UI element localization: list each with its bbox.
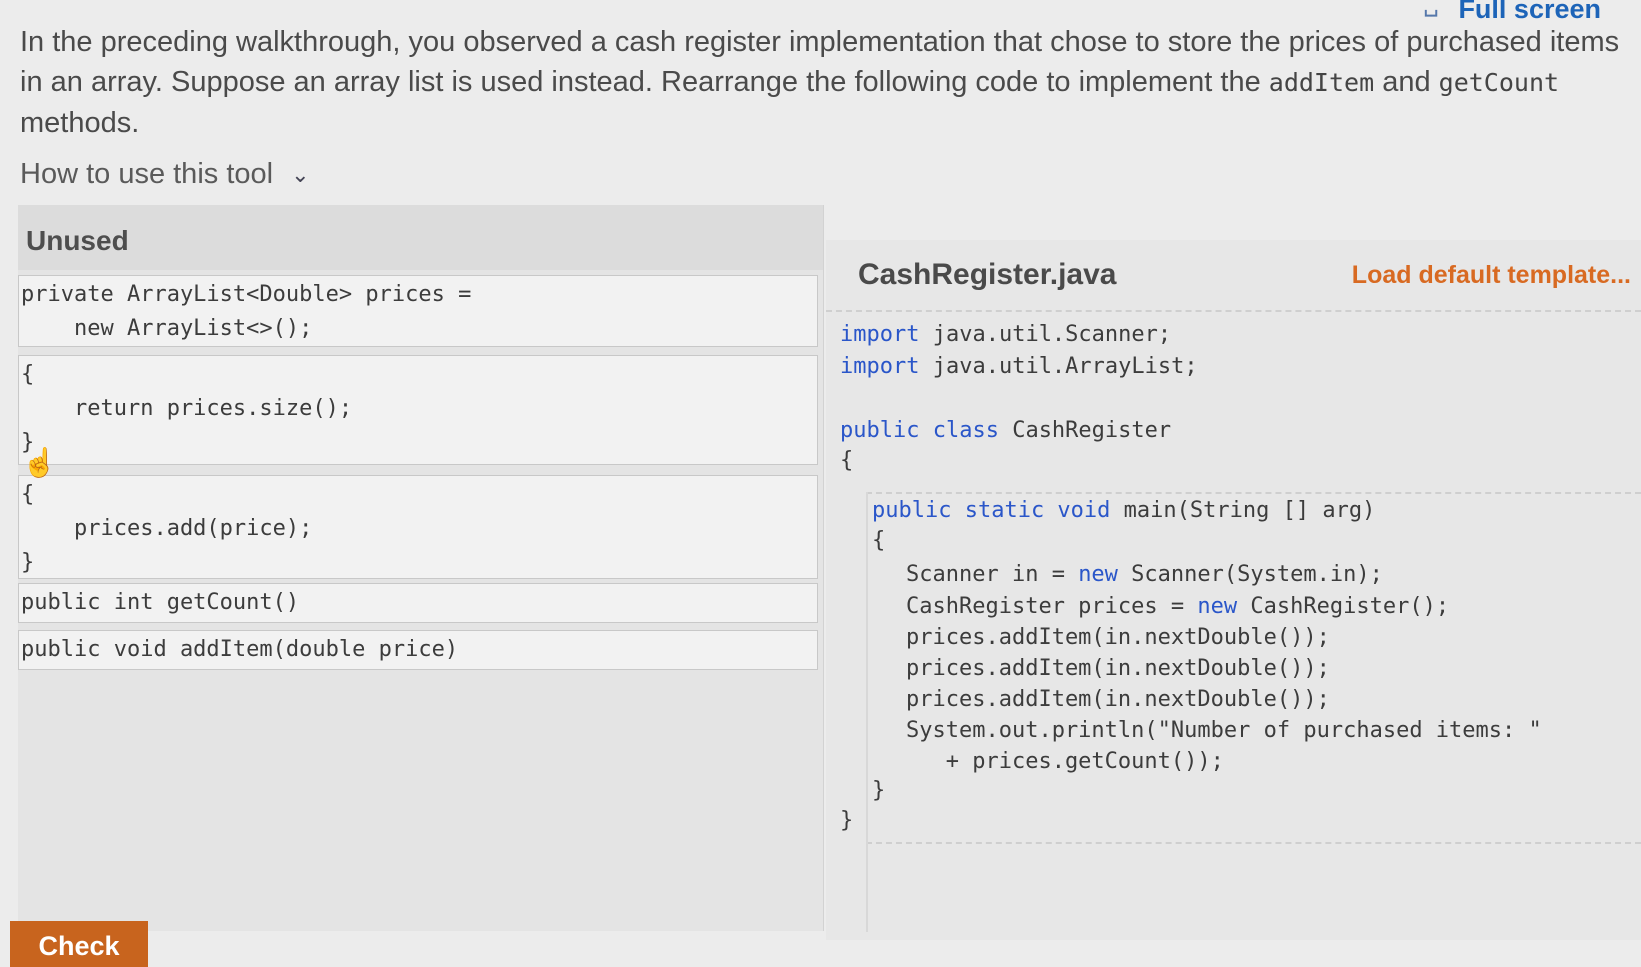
keyword: import bbox=[840, 322, 920, 347]
code-text: CashRegister prices = bbox=[906, 594, 1198, 619]
how-to-use-label: How to use this tool bbox=[20, 158, 274, 190]
code-text: main(String [] arg) bbox=[1110, 498, 1376, 523]
chevron-down-icon: ⌄ bbox=[291, 161, 310, 187]
code-line-cashregister: CashRegister prices = new CashRegister()… bbox=[906, 594, 1449, 619]
code-line-scanner: Scanner in = new Scanner(System.in); bbox=[906, 562, 1383, 587]
unused-title: Unused bbox=[18, 205, 823, 270]
code-line-println: System.out.println("Number of purchased … bbox=[906, 718, 1542, 743]
load-default-template-link[interactable]: Load default template... bbox=[1352, 261, 1631, 290]
code-tile-additem-body[interactable]: { prices.add(price); } bbox=[18, 475, 818, 579]
unused-panel: Unused private ArrayList<Double> prices … bbox=[18, 205, 824, 931]
code-text: Scanner(System.in); bbox=[1117, 562, 1383, 587]
drop-slot-after-main[interactable] bbox=[866, 842, 1641, 844]
keyword: new bbox=[1078, 562, 1118, 587]
code-tile-prices-field[interactable]: private ArrayList<Double> prices = new A… bbox=[18, 275, 818, 347]
code-line-import-arraylist: import java.util.ArrayList; bbox=[840, 354, 1198, 379]
keyword: public static void bbox=[872, 498, 1111, 523]
code-drop-area[interactable]: import java.util.Scanner; import java.ut… bbox=[826, 310, 1641, 940]
code-tile-getcount-signature[interactable]: public int getCount() bbox=[18, 583, 818, 623]
expand-icon: ⌞⌟ bbox=[1423, 0, 1439, 19]
instructions-text-3: methods. bbox=[20, 107, 140, 139]
code-panel: CashRegister.java Load default template.… bbox=[826, 240, 1641, 940]
code-tile-additem-signature[interactable]: public void addItem(double price) bbox=[18, 630, 818, 670]
code-line-class-open: { bbox=[840, 448, 854, 473]
code-line-main-decl: public static void main(String [] arg) bbox=[872, 498, 1375, 523]
keyword: new bbox=[1197, 594, 1238, 619]
code-line-main-open: { bbox=[872, 528, 886, 553]
code-line-additem-1: prices.addItem(in.nextDouble()); bbox=[906, 625, 1330, 650]
indent-guide bbox=[866, 492, 868, 932]
file-name: CashRegister.java bbox=[858, 258, 1117, 291]
code-tile-getcount-body[interactable]: { return prices.size(); } bbox=[18, 355, 818, 465]
code-text: CashRegister bbox=[998, 418, 1172, 443]
code-line-additem-2: prices.addItem(in.nextDouble()); bbox=[906, 656, 1330, 681]
page: ⌞⌟ Full screen In the preceding walkthro… bbox=[0, 0, 1641, 967]
code-text: java.util.ArrayList; bbox=[919, 354, 1198, 379]
code-line-main-close: } bbox=[872, 778, 886, 803]
hand-cursor-icon: ☝ bbox=[22, 447, 57, 478]
code-line-import-scanner: import java.util.Scanner; bbox=[840, 322, 1171, 347]
code-line-class-decl: public class CashRegister bbox=[840, 418, 1171, 443]
code-line-additem-3: prices.addItem(in.nextDouble()); bbox=[906, 687, 1330, 712]
how-to-use-toggle[interactable]: How to use this tool ⌄ bbox=[20, 158, 310, 191]
code-line-class-close: } bbox=[840, 808, 854, 833]
code-text: java.util.Scanner; bbox=[919, 322, 1172, 347]
instructions-text-2: and bbox=[1374, 66, 1439, 98]
code-line-getcount: + prices.getCount()); bbox=[906, 749, 1224, 774]
code-text: Scanner in = bbox=[906, 562, 1079, 587]
code-panel-header: CashRegister.java Load default template.… bbox=[826, 240, 1641, 310]
keyword: import bbox=[840, 354, 920, 379]
instructions-code-getcount: getCount bbox=[1438, 68, 1560, 97]
instructions: In the preceding walkthrough, you observ… bbox=[20, 22, 1620, 143]
drop-slot-class-members[interactable] bbox=[866, 492, 1641, 494]
keyword: public class bbox=[840, 418, 999, 443]
code-text: CashRegister(); bbox=[1237, 594, 1450, 619]
instructions-code-additem: addItem bbox=[1268, 68, 1375, 97]
check-button[interactable]: Check bbox=[10, 921, 148, 967]
